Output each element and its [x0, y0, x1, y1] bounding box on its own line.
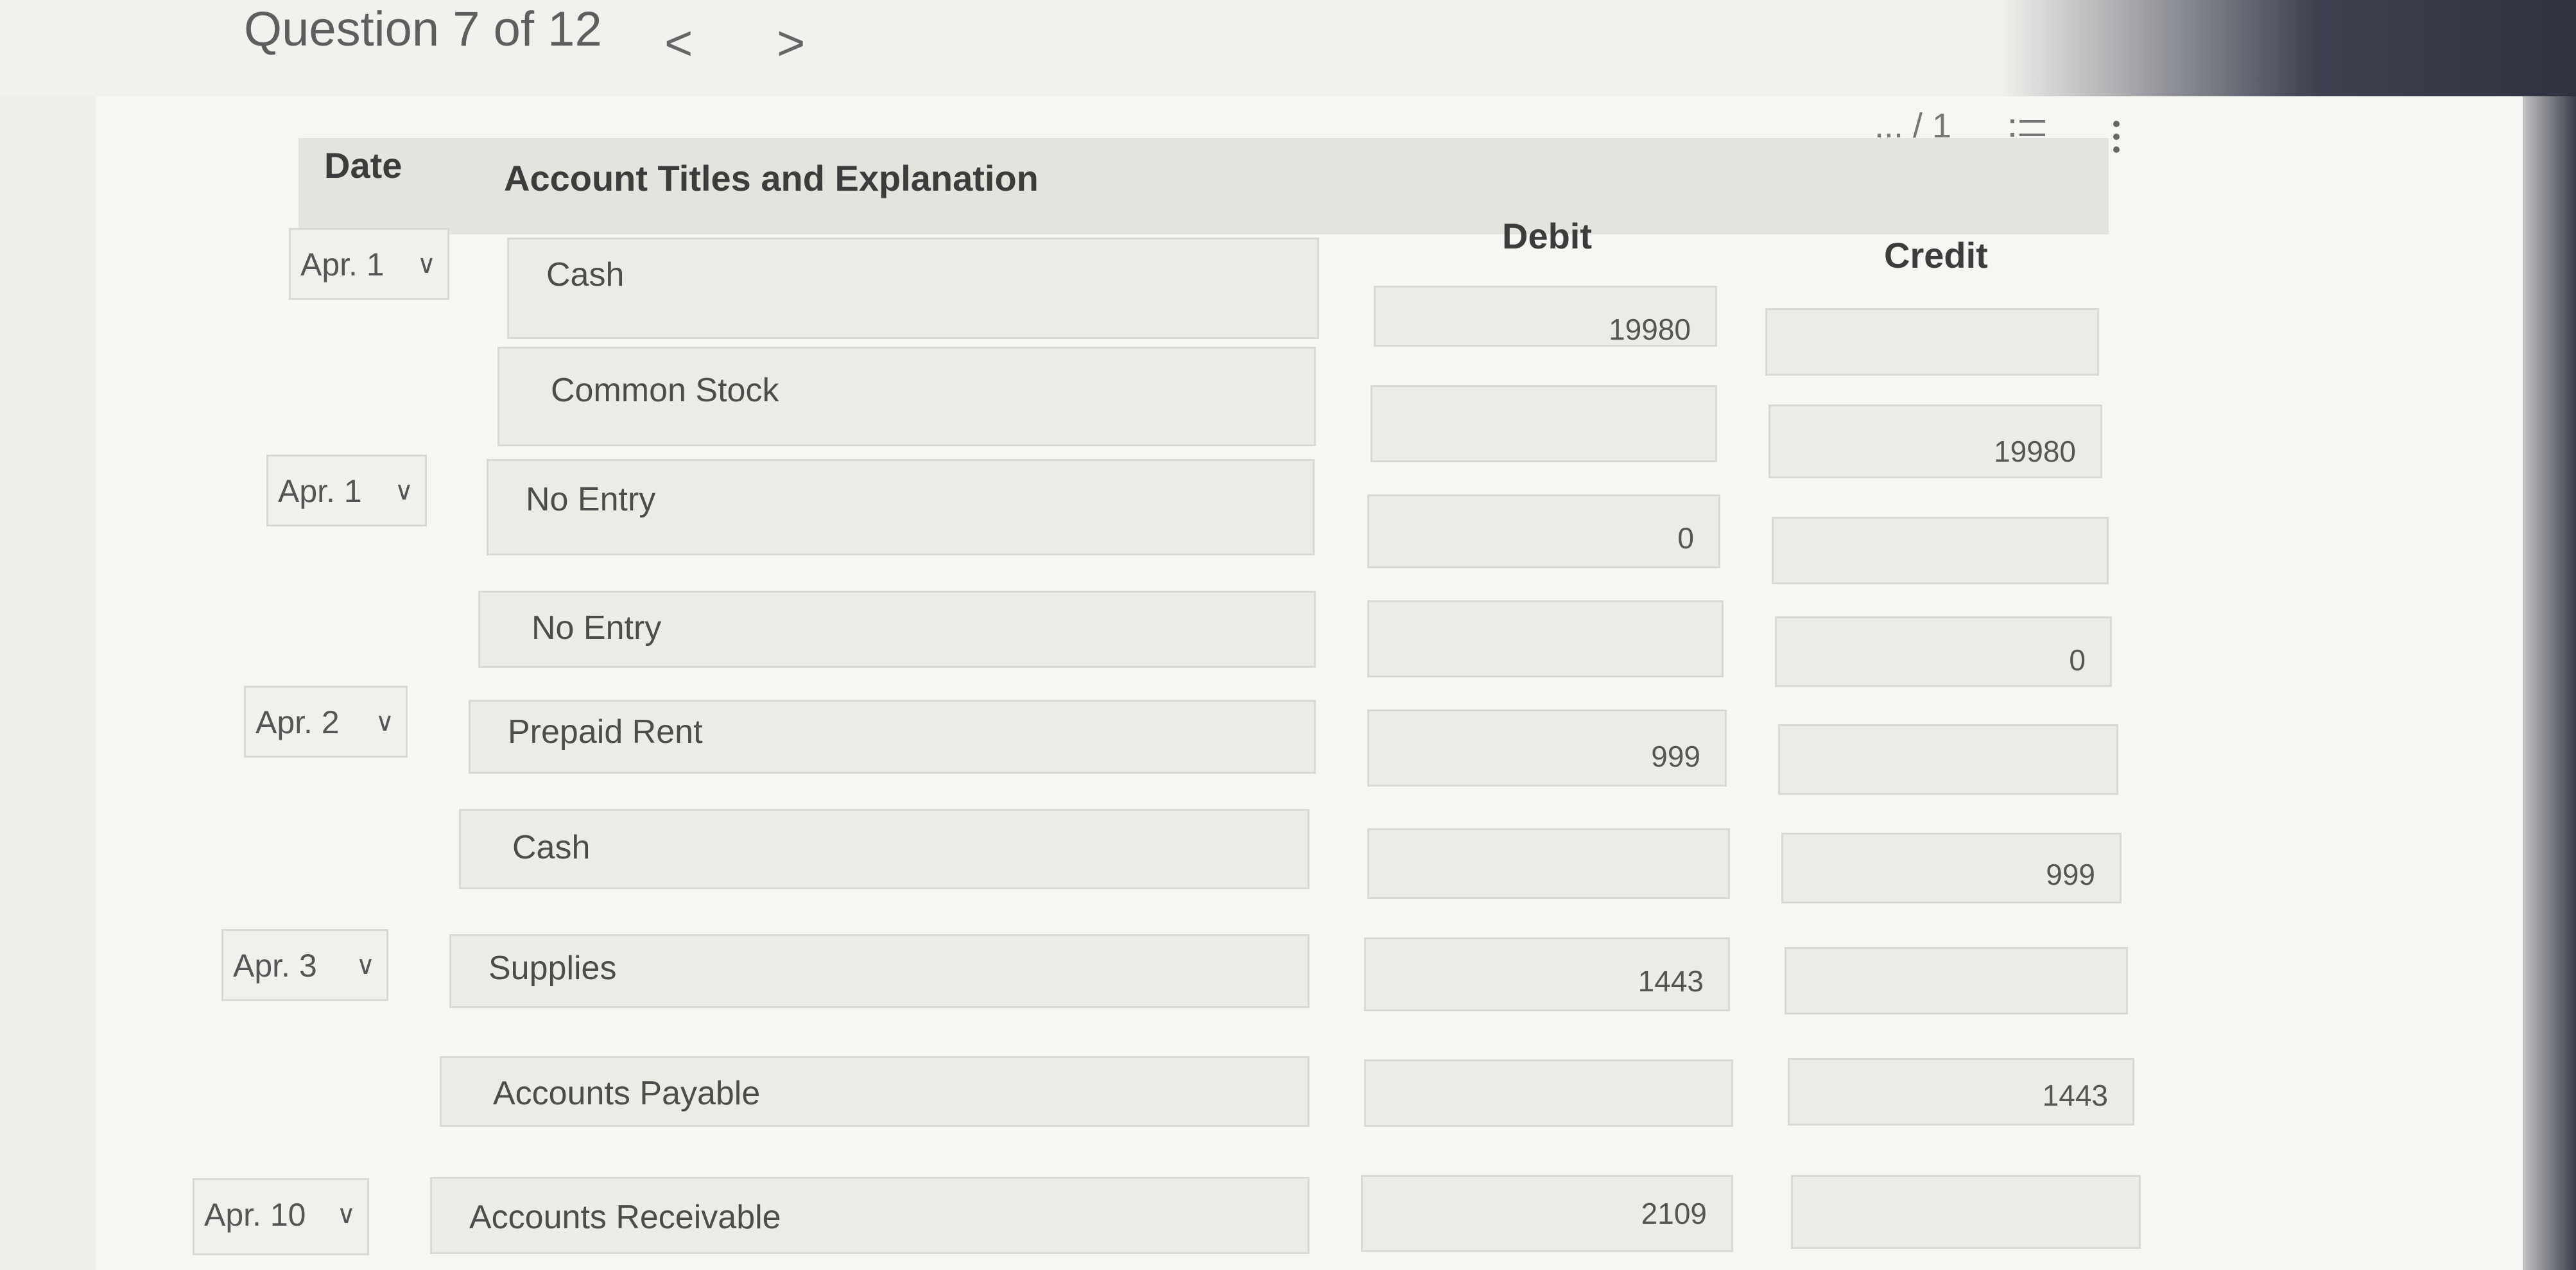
debit-input[interactable]: 1443 [1364, 937, 1730, 1011]
chevron-down-icon: ∨ [336, 1201, 356, 1229]
date-select[interactable]: Apr. 10 ∨ [193, 1178, 369, 1255]
credit-input[interactable] [1785, 947, 2128, 1014]
vertical-ellipsis-icon[interactable] [2109, 119, 2124, 161]
header-date: Date [324, 145, 402, 186]
account-input[interactable]: Prepaid Rent [469, 700, 1316, 774]
debit-input[interactable] [1370, 385, 1717, 462]
header-credit: Credit [1884, 235, 1988, 275]
account-input[interactable]: Accounts Payable [440, 1056, 1310, 1127]
debit-input[interactable]: 999 [1367, 709, 1727, 787]
account-input[interactable]: Cash [459, 809, 1310, 889]
date-value: Apr. 10 [204, 1197, 306, 1233]
date-value: Apr. 3 [233, 948, 317, 984]
credit-input[interactable]: 999 [1781, 833, 2122, 903]
credit-input[interactable] [1772, 517, 2109, 584]
background-corner [1998, 0, 2576, 96]
question-counter: Question 7 of 12 [244, 2, 602, 57]
account-input[interactable]: Common Stock [497, 347, 1316, 446]
credit-input[interactable]: 0 [1775, 616, 2112, 687]
account-input[interactable]: Cash [507, 238, 1319, 339]
date-select[interactable]: Apr. 2 ∨ [244, 686, 408, 758]
date-value: Apr. 1 [278, 473, 362, 509]
date-value: Apr. 2 [255, 704, 340, 740]
header-debit: Debit [1502, 216, 1592, 256]
account-input[interactable]: No Entry [487, 459, 1315, 555]
date-select[interactable]: Apr. 3 ∨ [221, 929, 388, 1001]
debit-input[interactable] [1367, 828, 1730, 899]
account-input[interactable]: Accounts Receivable [430, 1177, 1310, 1254]
chevron-down-icon: ∨ [394, 477, 413, 505]
previous-question-button[interactable]: < [664, 15, 693, 71]
date-select[interactable]: Apr. 1 ∨ [266, 455, 427, 526]
credit-input[interactable] [1765, 308, 2099, 376]
debit-input[interactable]: 0 [1367, 494, 1720, 568]
debit-input[interactable] [1367, 600, 1724, 677]
date-value: Apr. 1 [300, 247, 385, 283]
chevron-down-icon: ∨ [356, 952, 375, 980]
account-input[interactable]: Supplies [449, 934, 1310, 1008]
debit-input[interactable]: 2109 [1361, 1175, 1733, 1252]
account-input[interactable]: No Entry [478, 591, 1316, 668]
credit-input[interactable] [1791, 1175, 2141, 1249]
credit-input[interactable]: 1443 [1788, 1058, 2134, 1126]
next-question-button[interactable]: > [777, 15, 805, 71]
debit-input[interactable] [1364, 1059, 1733, 1127]
date-select[interactable]: Apr. 1 ∨ [289, 228, 449, 300]
chevron-down-icon: ∨ [417, 250, 436, 279]
debit-input[interactable]: 19980 [1374, 286, 1717, 347]
header-account: Account Titles and Explanation [504, 158, 1039, 198]
credit-input[interactable]: 19980 [1768, 404, 2102, 478]
chevron-down-icon: ∨ [375, 708, 394, 736]
credit-input[interactable] [1778, 724, 2118, 795]
